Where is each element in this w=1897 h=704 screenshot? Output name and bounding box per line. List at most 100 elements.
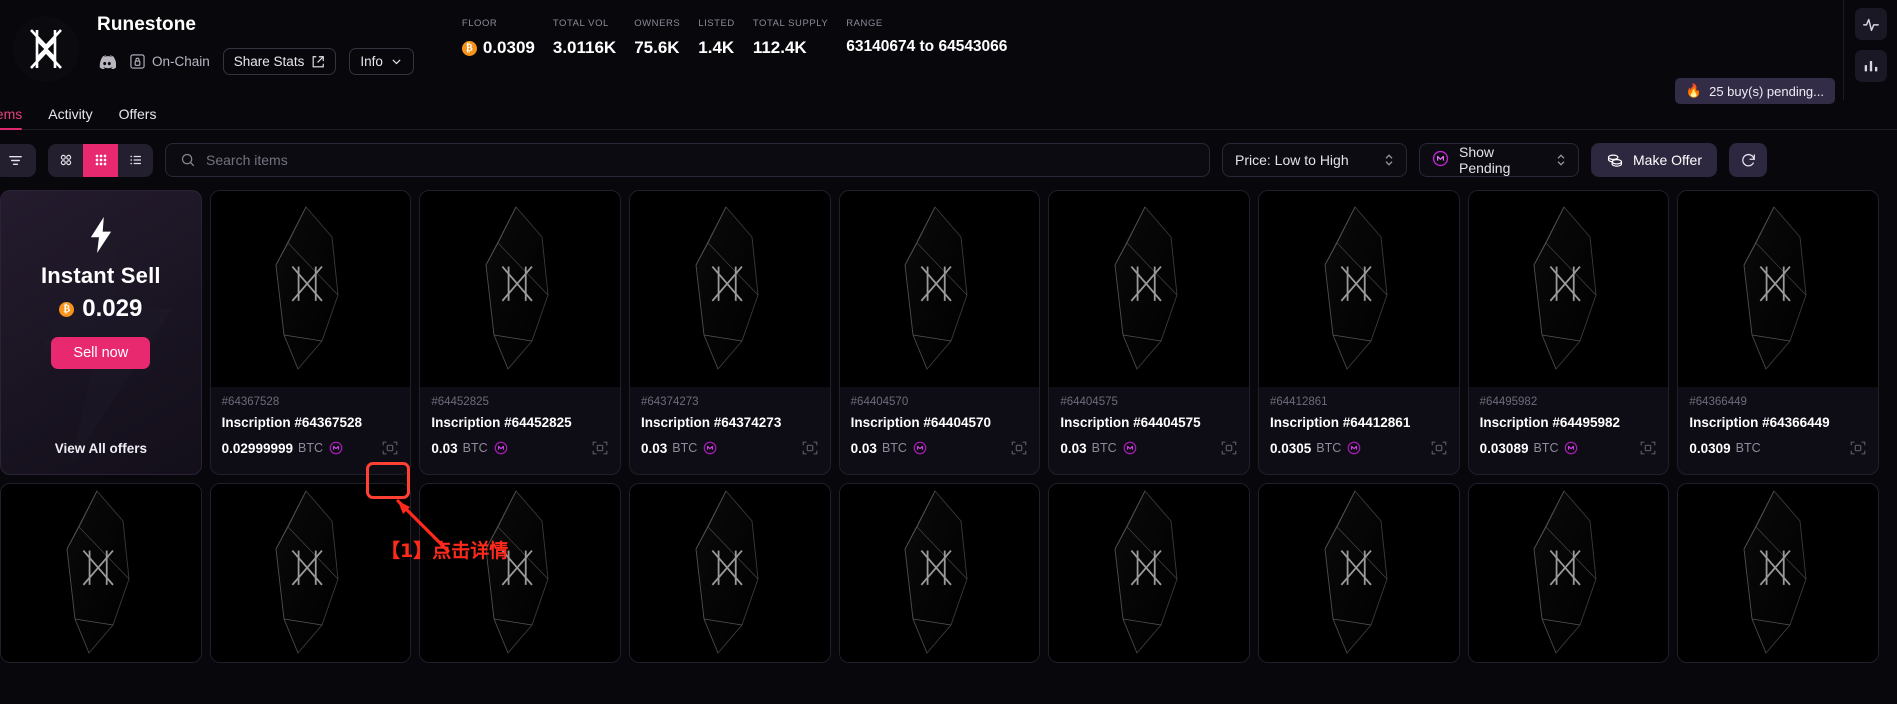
item-image[interactable] [211, 191, 411, 387]
item-currency: BTC [1092, 441, 1117, 455]
item-card[interactable]: #64366449 Inscription #64366449 0.0309 B… [1677, 190, 1879, 475]
item-card[interactable] [1468, 483, 1670, 663]
view-mode-grid-small[interactable] [83, 144, 118, 177]
item-footer: 0.03 BTC [1060, 439, 1238, 457]
item-card[interactable] [419, 483, 621, 663]
item-image[interactable] [1469, 191, 1669, 387]
runestone-artwork [254, 487, 366, 659]
item-name: Inscription #64404570 [851, 415, 1029, 430]
item-card[interactable] [210, 483, 412, 663]
view-mode-list[interactable] [118, 144, 153, 177]
pending-toast-label: 25 buy(s) pending... [1709, 84, 1824, 99]
tab-offers[interactable]: Offers [119, 106, 157, 129]
magiceden-badge-icon [1123, 441, 1137, 455]
item-card[interactable]: #64495982 Inscription #64495982 0.03089 … [1468, 190, 1670, 475]
item-footer: 0.02999999 BTC [222, 439, 400, 457]
refresh-button[interactable] [1729, 143, 1767, 177]
expand-details-icon[interactable] [381, 439, 399, 457]
expand-details-icon[interactable] [1849, 439, 1867, 457]
item-card[interactable] [629, 483, 831, 663]
item-image[interactable] [630, 484, 830, 662]
bar-chart-icon[interactable] [1855, 50, 1887, 82]
coins-icon [1606, 151, 1624, 169]
search-bar[interactable] [165, 143, 1210, 177]
item-image[interactable] [1469, 484, 1669, 662]
item-image[interactable] [630, 191, 830, 387]
item-currency: BTC [1736, 441, 1761, 455]
stat-label: FLOOR [462, 18, 535, 29]
item-card[interactable] [1677, 483, 1879, 663]
item-card[interactable] [1048, 483, 1250, 663]
lock-icon [130, 54, 145, 69]
expand-details-icon[interactable] [1010, 439, 1028, 457]
runestone-artwork [464, 203, 576, 375]
runestone-artwork [1512, 487, 1624, 659]
item-name: Inscription #64452825 [431, 415, 609, 430]
item-image[interactable] [1049, 484, 1249, 662]
item-image[interactable] [420, 484, 620, 662]
expand-details-icon[interactable] [1220, 439, 1238, 457]
info-dropdown-button[interactable]: Info [349, 48, 414, 75]
item-price: 0.0309 [1689, 441, 1730, 456]
stat-value-text: 3.0116K [553, 38, 616, 58]
magiceden-glyph [1432, 150, 1449, 167]
list-icon [128, 152, 144, 168]
share-stats-button[interactable]: Share Stats [223, 48, 337, 75]
pending-filter-select[interactable]: Show Pending [1419, 143, 1579, 177]
instant-sell-price-row: ₿ 0.029 [59, 295, 142, 323]
expand-details-icon[interactable] [1430, 439, 1448, 457]
item-card[interactable]: #64452825 Inscription #64452825 0.03 BTC [419, 190, 621, 475]
tab-items[interactable]: Items [0, 106, 22, 129]
search-icon [180, 152, 196, 168]
item-card[interactable]: #64412861 Inscription #64412861 0.0305 B… [1258, 190, 1460, 475]
sort-select[interactable]: Price: Low to High [1222, 143, 1407, 177]
right-side-rail [1843, 0, 1897, 100]
make-offer-button[interactable]: Make Offer [1591, 143, 1717, 177]
view-all-offers-link[interactable]: View All offers [55, 441, 147, 456]
item-card[interactable]: #64404570 Inscription #64404570 0.03 BTC [839, 190, 1041, 475]
view-mode-grid-large[interactable] [48, 144, 83, 177]
item-image[interactable] [1259, 484, 1459, 662]
item-card[interactable]: #64374273 Inscription #64374273 0.03 BTC [629, 190, 831, 475]
item-name: Inscription #64366449 [1689, 415, 1867, 430]
stat-value: 3.0116K [553, 38, 616, 58]
item-card[interactable] [839, 483, 1041, 663]
collection-avatar [13, 16, 79, 82]
items-toolbar: Price: Low to High Show Pending [0, 130, 1897, 190]
item-image[interactable] [1678, 191, 1878, 387]
expand-details-icon[interactable] [1639, 439, 1657, 457]
filter-toggle-button[interactable] [0, 144, 36, 177]
item-card[interactable]: #64367528 Inscription #64367528 0.029999… [210, 190, 412, 475]
item-currency: BTC [1316, 441, 1341, 455]
item-image[interactable] [420, 191, 620, 387]
search-input[interactable] [206, 152, 1195, 168]
stat-label: TOTAL VOL [553, 18, 616, 29]
item-id: #64495982 [1480, 396, 1658, 408]
item-name: Inscription #64367528 [222, 415, 400, 430]
item-card[interactable] [1258, 483, 1460, 663]
expand-details-icon[interactable] [801, 439, 819, 457]
instant-sell-card: Instant Sell ₿ 0.029 Sell now View All o… [0, 190, 202, 475]
runestone-artwork [1512, 203, 1624, 375]
item-id: #64367528 [222, 396, 400, 408]
sell-now-button[interactable]: Sell now [51, 337, 150, 369]
item-id: #64452825 [431, 396, 609, 408]
item-card[interactable] [0, 483, 202, 663]
activity-pulse-icon[interactable] [1855, 8, 1887, 40]
item-id: #64404575 [1060, 396, 1238, 408]
item-card[interactable]: #64404575 Inscription #64404575 0.03 BTC [1048, 190, 1250, 475]
stat-label: TOTAL SUPPLY [753, 18, 828, 29]
runestone-artwork [1093, 487, 1205, 659]
discord-icon[interactable] [97, 52, 117, 72]
item-image[interactable] [1678, 484, 1878, 662]
stat-value: 112.4K [753, 38, 828, 58]
item-image[interactable] [211, 484, 411, 662]
item-image[interactable] [1, 484, 201, 662]
item-image[interactable] [1049, 191, 1249, 387]
item-image[interactable] [1259, 191, 1459, 387]
expand-details-icon[interactable] [591, 439, 609, 457]
tab-activity[interactable]: Activity [48, 106, 92, 129]
item-image[interactable] [840, 191, 1040, 387]
item-image[interactable] [840, 484, 1040, 662]
item-footer: 0.03 BTC [641, 439, 819, 457]
